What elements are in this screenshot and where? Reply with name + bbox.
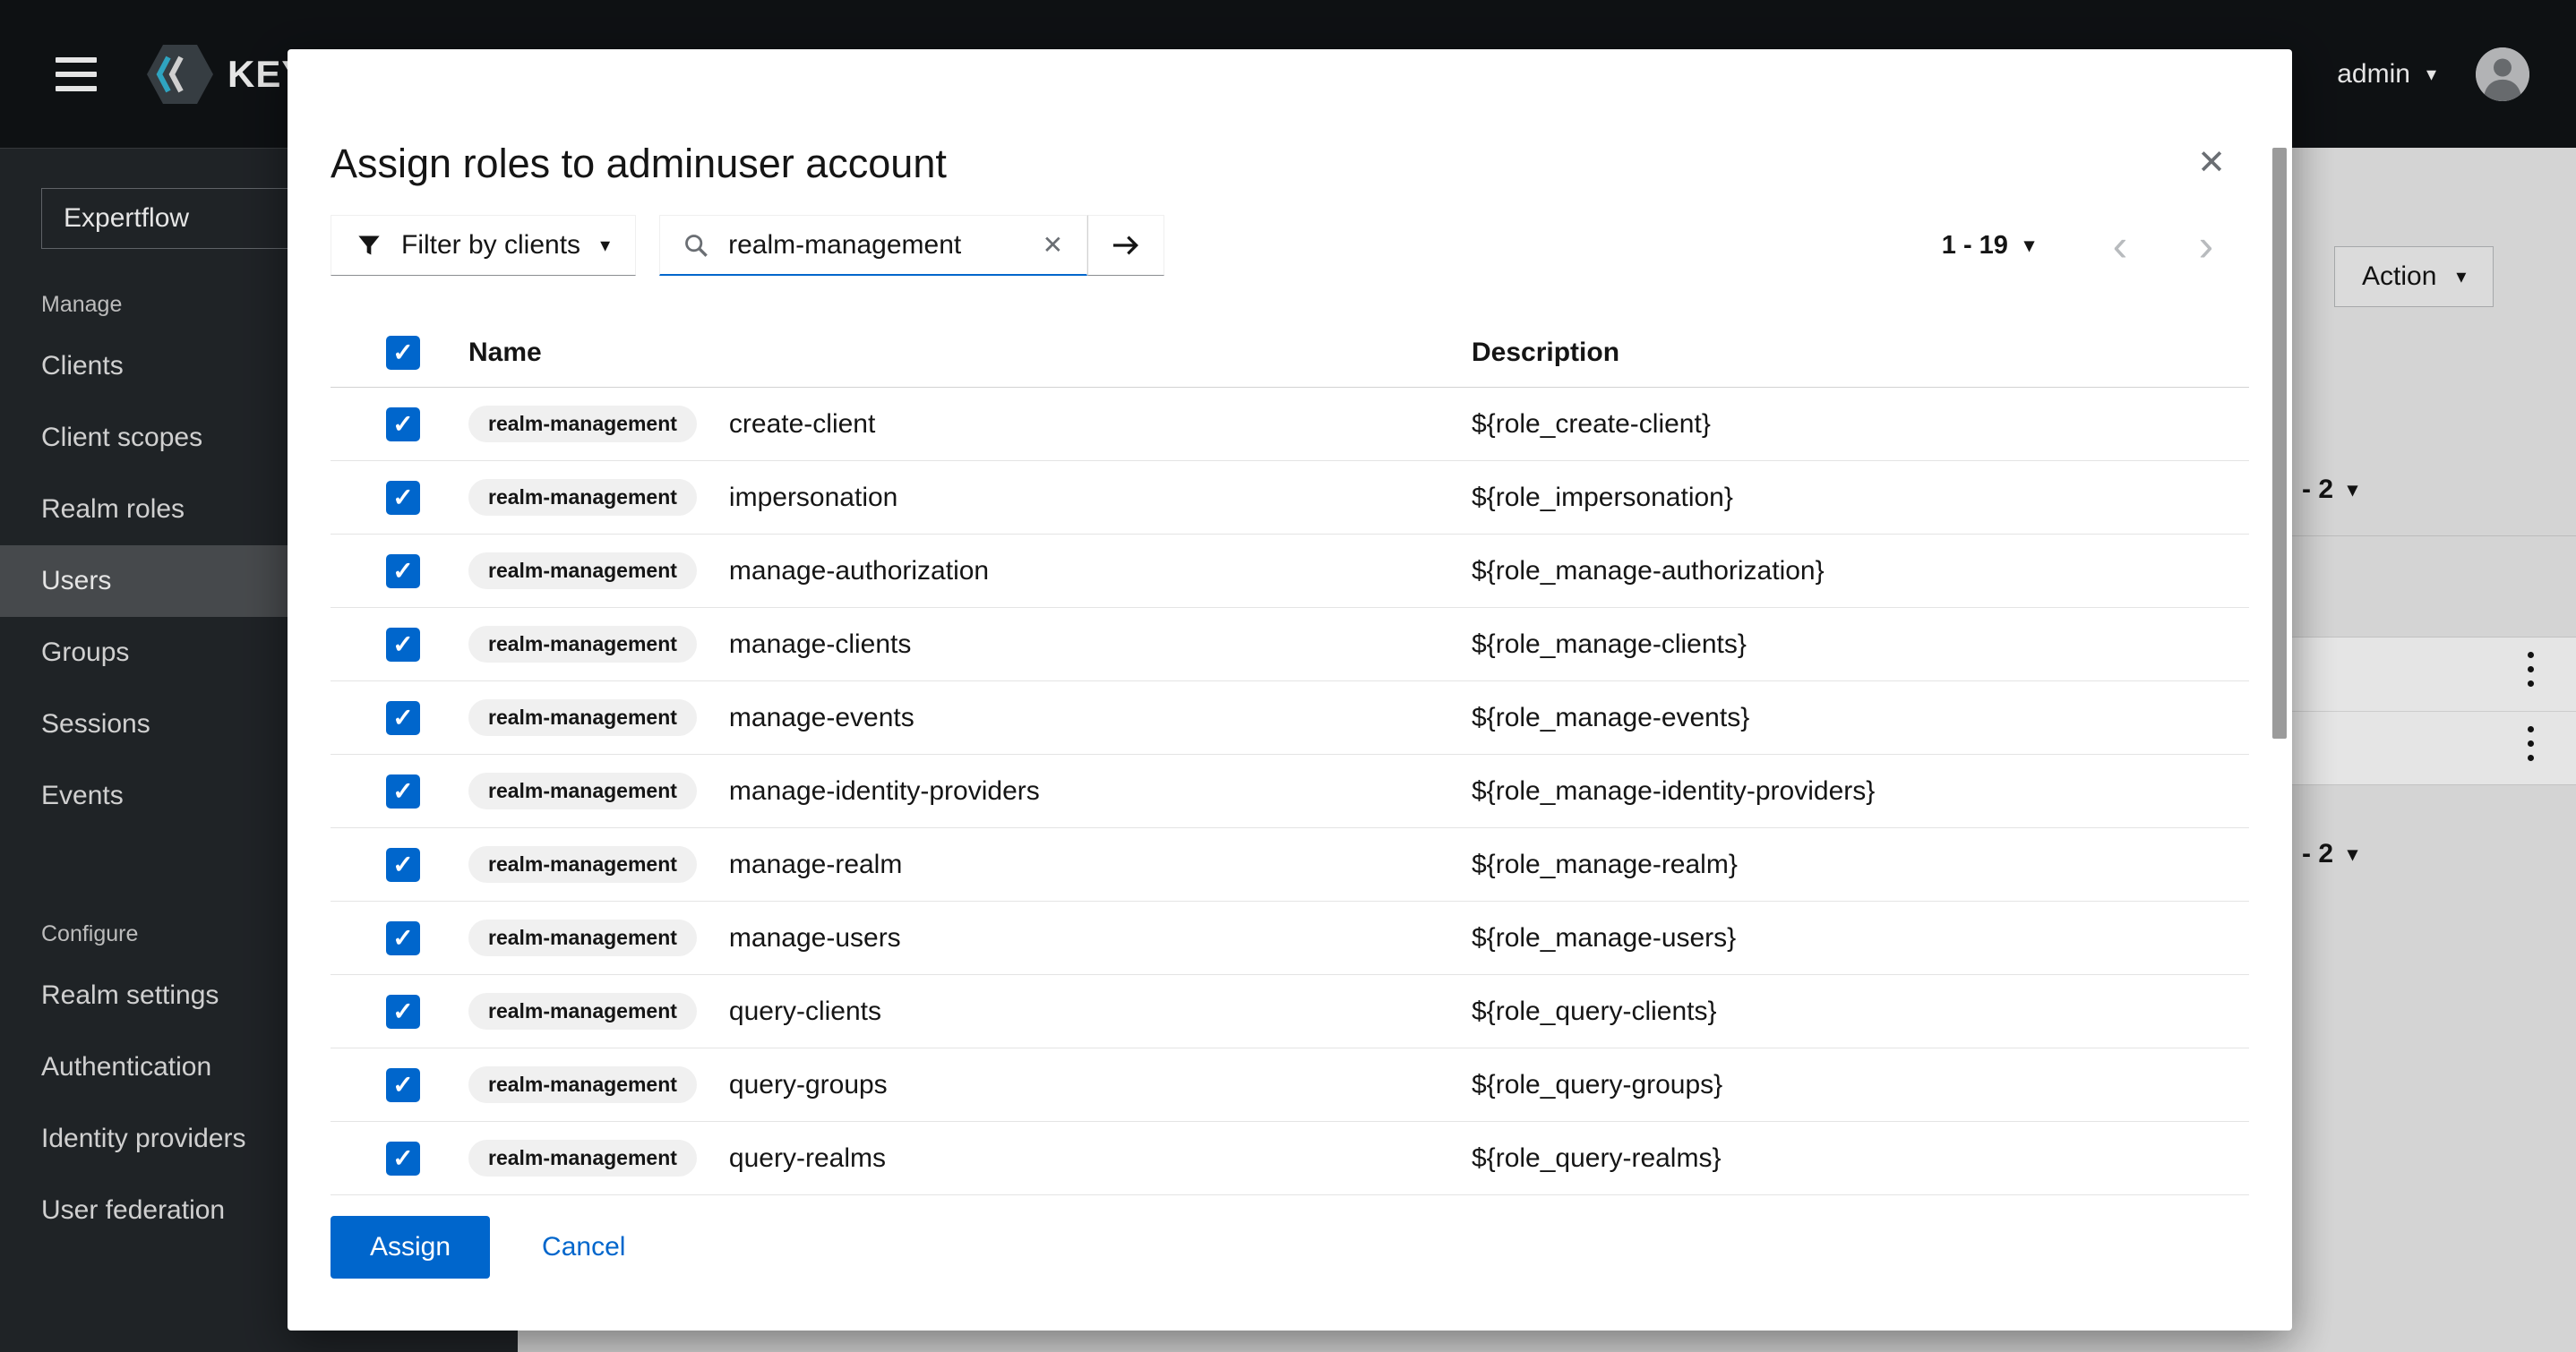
row-checkbox[interactable]: ✓ xyxy=(386,407,420,441)
column-header-description: Description xyxy=(1472,338,2249,368)
role-name: query-groups xyxy=(729,1070,888,1100)
client-badge: realm-management xyxy=(468,1140,697,1177)
client-badge: realm-management xyxy=(468,552,697,589)
row-checkbox[interactable]: ✓ xyxy=(386,1142,420,1176)
row-checkbox[interactable]: ✓ xyxy=(386,995,420,1029)
table-row: ✓ realm-management impersonation ${role_… xyxy=(331,461,2249,535)
client-badge: realm-management xyxy=(468,626,697,663)
modal-scrollbar[interactable] xyxy=(2272,148,2287,739)
select-all-checkbox[interactable]: ✓ xyxy=(386,336,420,370)
filter-by-clients-dropdown[interactable]: Filter by clients ▾ xyxy=(331,215,636,276)
role-name-cell: realm-management manage-clients xyxy=(468,626,1472,663)
client-badge: realm-management xyxy=(468,406,697,442)
modal-pagination: 1 - 19 ▾ ‹ › xyxy=(1942,215,2249,276)
role-name: create-client xyxy=(729,409,875,440)
client-badge: realm-management xyxy=(468,1066,697,1103)
role-description: ${role_manage-clients} xyxy=(1472,629,2249,660)
role-name-cell: realm-management impersonation xyxy=(468,479,1472,516)
column-header-name: Name xyxy=(468,338,1472,368)
table-row: ✓ realm-management query-clients ${role_… xyxy=(331,975,2249,1048)
role-description: ${role_create-client} xyxy=(1472,409,2249,440)
role-name-cell: realm-management query-realms xyxy=(468,1140,1472,1177)
table-row: ✓ realm-management create-client ${role_… xyxy=(331,388,2249,461)
modal-footer: Assign Cancel xyxy=(331,1216,625,1279)
role-description: ${role_manage-events} xyxy=(1472,703,2249,733)
role-name: query-clients xyxy=(729,997,881,1027)
role-name: manage-identity-providers xyxy=(729,776,1040,807)
close-icon[interactable]: ✕ xyxy=(2197,146,2226,180)
table-row: ✓ realm-management query-groups ${role_q… xyxy=(331,1048,2249,1122)
role-description: ${role_query-groups} xyxy=(1472,1070,2249,1100)
role-description: ${role_impersonation} xyxy=(1472,483,2249,513)
client-badge: realm-management xyxy=(468,773,697,809)
role-name: manage-authorization xyxy=(729,556,989,586)
search-input-value: realm-management xyxy=(728,230,1023,261)
search-group: realm-management ✕ xyxy=(659,215,1164,276)
client-badge: realm-management xyxy=(468,699,697,736)
arrow-right-icon xyxy=(1111,233,1141,258)
pagination-prev-icon[interactable]: ‹ xyxy=(2077,215,2163,276)
row-checkbox[interactable]: ✓ xyxy=(386,554,420,588)
role-description: ${role_manage-identity-providers} xyxy=(1472,776,2249,807)
modal-toolbar: Filter by clients ▾ realm-management ✕ xyxy=(331,215,2249,276)
search-submit-button[interactable] xyxy=(1087,215,1164,276)
pagination-range-label: 1 - 19 xyxy=(1942,231,2008,261)
row-checkbox[interactable]: ✓ xyxy=(386,701,420,735)
pagination-next-icon[interactable]: › xyxy=(2163,215,2249,276)
role-description: ${role_query-clients} xyxy=(1472,997,2249,1027)
role-name-cell: realm-management manage-users xyxy=(468,920,1472,956)
modal-title: Assign roles to adminuser account xyxy=(331,141,947,187)
role-name-cell: realm-management manage-identity-provide… xyxy=(468,773,1472,809)
role-description: ${role_manage-realm} xyxy=(1472,850,2249,880)
table-row: ✓ realm-management manage-events ${role_… xyxy=(331,681,2249,755)
chevron-down-icon: ▾ xyxy=(2024,235,2034,255)
cancel-button[interactable]: Cancel xyxy=(542,1232,625,1262)
role-description: ${role_manage-users} xyxy=(1472,923,2249,954)
filter-icon xyxy=(356,233,382,258)
row-checkbox[interactable]: ✓ xyxy=(386,774,420,809)
page: KEYCLOAK admin ▾ Expertflow Manage Clien… xyxy=(0,0,2576,1352)
chevron-down-icon: ▾ xyxy=(600,235,610,255)
role-name: query-realms xyxy=(729,1143,886,1174)
role-name: manage-users xyxy=(729,923,901,954)
role-name-cell: realm-management query-clients xyxy=(468,993,1472,1030)
client-badge: realm-management xyxy=(468,993,697,1030)
table-row: ✓ realm-management manage-authorization … xyxy=(331,535,2249,608)
row-checkbox[interactable]: ✓ xyxy=(386,921,420,955)
role-name-cell: realm-management manage-events xyxy=(468,699,1472,736)
row-checkbox[interactable]: ✓ xyxy=(386,848,420,882)
roles-table-header: ✓ Name Description xyxy=(331,318,2249,388)
role-name-cell: realm-management manage-authorization xyxy=(468,552,1472,589)
row-checkbox[interactable]: ✓ xyxy=(386,1068,420,1102)
role-name-cell: realm-management manage-realm xyxy=(468,846,1472,883)
role-name: manage-realm xyxy=(729,850,902,880)
role-description: ${role_manage-authorization} xyxy=(1472,556,2249,586)
role-name-cell: realm-management query-groups xyxy=(468,1066,1472,1103)
assign-roles-modal: Assign roles to adminuser account ✕ Filt… xyxy=(288,49,2292,1331)
role-name: manage-events xyxy=(729,703,914,733)
table-row: ✓ realm-management manage-identity-provi… xyxy=(331,755,2249,828)
table-row: ✓ realm-management manage-users ${role_m… xyxy=(331,902,2249,975)
row-checkbox[interactable]: ✓ xyxy=(386,481,420,515)
pagination-menu-toggle[interactable]: 1 - 19 ▾ xyxy=(1942,231,2034,261)
assign-button[interactable]: Assign xyxy=(331,1216,490,1279)
table-row: ✓ realm-management manage-clients ${role… xyxy=(331,608,2249,681)
search-icon xyxy=(683,233,708,258)
search-input[interactable]: realm-management ✕ xyxy=(659,215,1087,276)
client-badge: realm-management xyxy=(468,479,697,516)
clear-search-icon[interactable]: ✕ xyxy=(1043,230,1063,260)
roles-table-body: ✓ realm-management create-client ${role_… xyxy=(331,388,2249,1195)
client-badge: realm-management xyxy=(468,920,697,956)
filter-dropdown-label: Filter by clients xyxy=(401,230,580,261)
role-name: impersonation xyxy=(729,483,897,513)
role-description: ${role_query-realms} xyxy=(1472,1143,2249,1174)
client-badge: realm-management xyxy=(468,846,697,883)
row-checkbox[interactable]: ✓ xyxy=(386,628,420,662)
role-name: manage-clients xyxy=(729,629,911,660)
role-name-cell: realm-management create-client xyxy=(468,406,1472,442)
table-row: ✓ realm-management manage-realm ${role_m… xyxy=(331,828,2249,902)
roles-table: ✓ Name Description ✓ realm-management cr… xyxy=(331,318,2249,1195)
table-row: ✓ realm-management query-realms ${role_q… xyxy=(331,1122,2249,1195)
